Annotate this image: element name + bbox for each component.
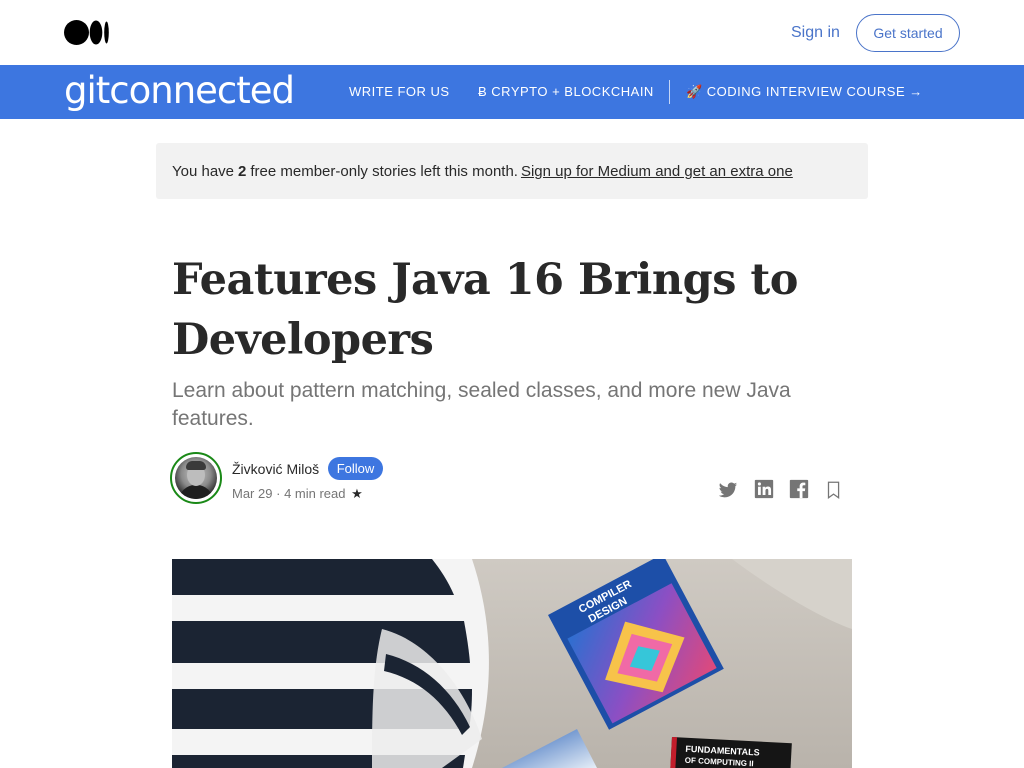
author-name[interactable]: Živković Miloš	[232, 461, 319, 477]
meta-separator: ·	[276, 486, 281, 501]
avatar-image	[175, 457, 217, 499]
hero-photo: COMPILER DESIGN FUNDAMENTALS OF COMPUTIN…	[172, 559, 852, 768]
publication-bar: gitconnected WRITE FOR US Ƀ CRYPTO + BLO…	[0, 65, 1024, 119]
follow-button[interactable]: Follow	[328, 457, 383, 480]
hero-image: COMPILER DESIGN FUNDAMENTALS OF COMPUTIN…	[172, 559, 852, 768]
facebook-icon[interactable]	[788, 478, 810, 500]
bookmark-icon[interactable]	[823, 479, 845, 501]
sign-in-link[interactable]: Sign in	[791, 24, 840, 42]
nav-coding-interview-course[interactable]: 🚀 CODING INTERVIEW COURSE →	[686, 84, 923, 100]
nav-crypto-blockchain[interactable]: Ƀ CRYPTO + BLOCKCHAIN	[478, 84, 654, 99]
twitter-icon[interactable]	[717, 479, 739, 501]
article-title: Features Java 16 Brings to Developers	[172, 255, 798, 365]
article-meta: Mar 29 · 4 min read ★	[232, 486, 363, 502]
publish-date: Mar 29	[232, 486, 273, 501]
read-time: 4 min read	[284, 486, 346, 501]
top-bar: Sign in Get started	[0, 0, 1024, 65]
get-started-button[interactable]: Get started	[856, 14, 960, 52]
nav-divider	[669, 80, 670, 104]
member-star-icon: ★	[351, 486, 363, 501]
linkedin-icon[interactable]	[753, 478, 775, 500]
medium-logo-icon[interactable]	[64, 20, 110, 45]
article-subtitle: Learn about pattern matching, sealed cla…	[172, 379, 791, 430]
banner-text: free member-only stories left this month…	[250, 162, 518, 180]
publication-logo[interactable]: gitconnected	[64, 71, 295, 111]
banner-count: 2	[238, 162, 247, 180]
member-stories-banner: You have 2 free member-only stories left…	[156, 143, 868, 199]
author-avatar[interactable]	[170, 452, 222, 504]
nav-write-for-us[interactable]: WRITE FOR US	[349, 84, 450, 99]
banner-prefix: You have	[172, 162, 235, 180]
signup-link[interactable]: Sign up for Medium and get an extra one	[521, 163, 793, 180]
